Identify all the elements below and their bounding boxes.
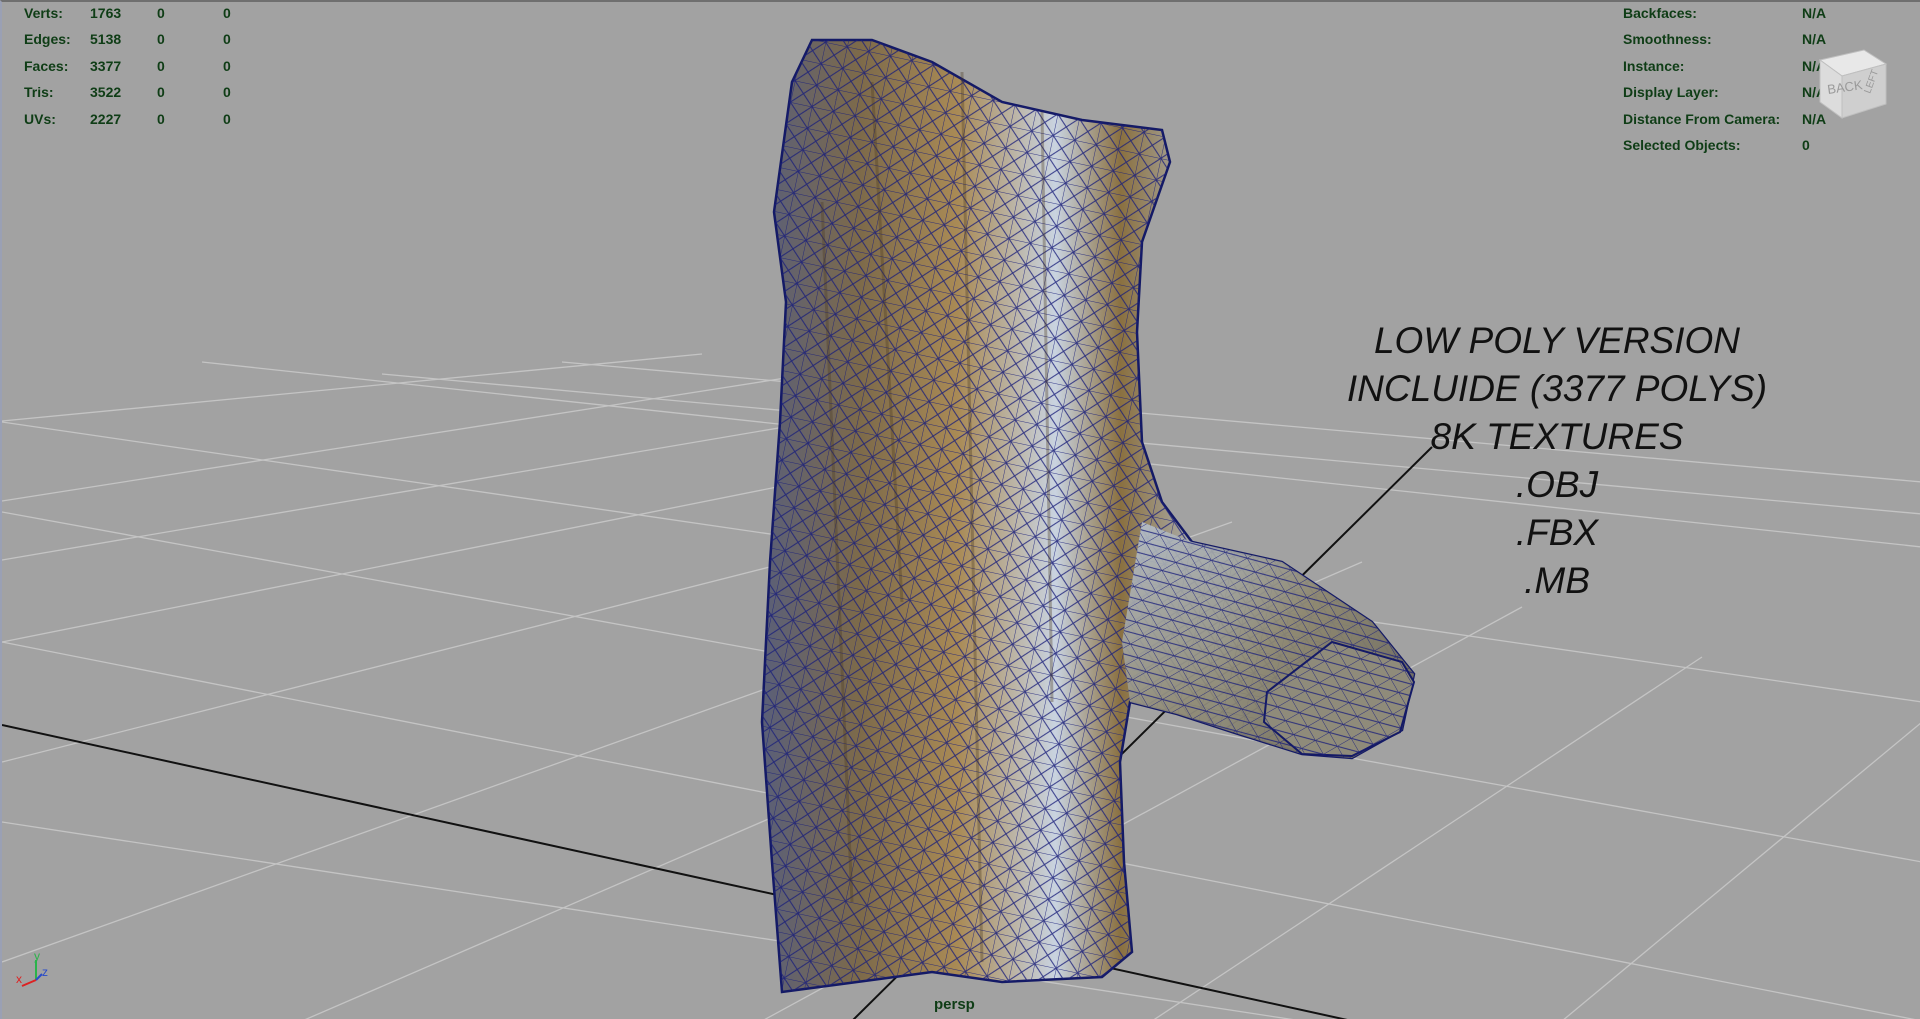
stat-label-edges: Edges:: [24, 31, 71, 47]
stat-value-verts-uv: 0: [223, 5, 231, 21]
info-label-display-layer: Display Layer:: [1623, 84, 1719, 100]
camera-name-label[interactable]: persp: [934, 996, 975, 1013]
info-label-smoothness: Smoothness:: [1623, 31, 1712, 47]
scene-canvas[interactable]: [2, 2, 1920, 1019]
stat-label-tris: Tris:: [24, 84, 54, 100]
axis-z-label: z: [42, 965, 48, 979]
stat-value-uvs-uv: 0: [223, 111, 231, 127]
stat-value-faces-selected: 0: [157, 58, 165, 74]
stat-value-faces-uv: 0: [223, 58, 231, 74]
info-label-distance-from-camera: Distance From Camera:: [1623, 111, 1781, 127]
overlay-line-6: .MB: [1524, 560, 1590, 601]
stat-value-edges: 5138: [90, 31, 122, 47]
axis-x-label: x: [16, 972, 22, 986]
overlay-line-1: LOW POLY VERSION: [1373, 320, 1741, 361]
axis-y-label: y: [34, 950, 40, 963]
overlay-line-2: INCLUIDE (3377 POLYS): [1346, 368, 1768, 409]
info-label-backfaces: Backfaces:: [1623, 5, 1697, 21]
stat-value-edges-selected: 0: [157, 31, 165, 47]
stat-value-uvs: 2227: [90, 111, 122, 127]
stat-value-tris: 3522: [90, 84, 122, 100]
info-value-backfaces: N/A: [1802, 5, 1827, 21]
stat-value-tris-selected: 0: [157, 84, 165, 100]
stat-label-verts: Verts:: [24, 5, 63, 21]
info-value-selected-objects: 0: [1802, 137, 1810, 153]
stat-label-faces: Faces:: [24, 58, 69, 74]
stat-value-edges-uv: 0: [223, 31, 231, 47]
overlay-line-3: 8K TEXTURES: [1430, 416, 1684, 457]
stat-value-faces: 3377: [90, 58, 122, 74]
info-label-instance: Instance:: [1623, 58, 1685, 74]
overlay-line-4: .OBJ: [1515, 464, 1599, 505]
stat-value-verts: 1763: [90, 5, 122, 21]
overlay-line-5: .FBX: [1515, 512, 1599, 553]
stat-value-tris-uv: 0: [223, 84, 231, 100]
axis-gizmo-icon: x y z: [16, 950, 48, 987]
stat-label-uvs: UVs:: [24, 111, 56, 127]
maya-viewport[interactable]: Verts: 1763 0 0 Edges: 5138 0 0 Faces: 3…: [0, 0, 1920, 1019]
view-cube-icon[interactable]: BACK LEFT: [1812, 42, 1892, 122]
stat-value-verts-selected: 0: [157, 5, 165, 21]
stat-value-uvs-selected: 0: [157, 111, 165, 127]
info-label-selected-objects: Selected Objects:: [1623, 137, 1741, 153]
